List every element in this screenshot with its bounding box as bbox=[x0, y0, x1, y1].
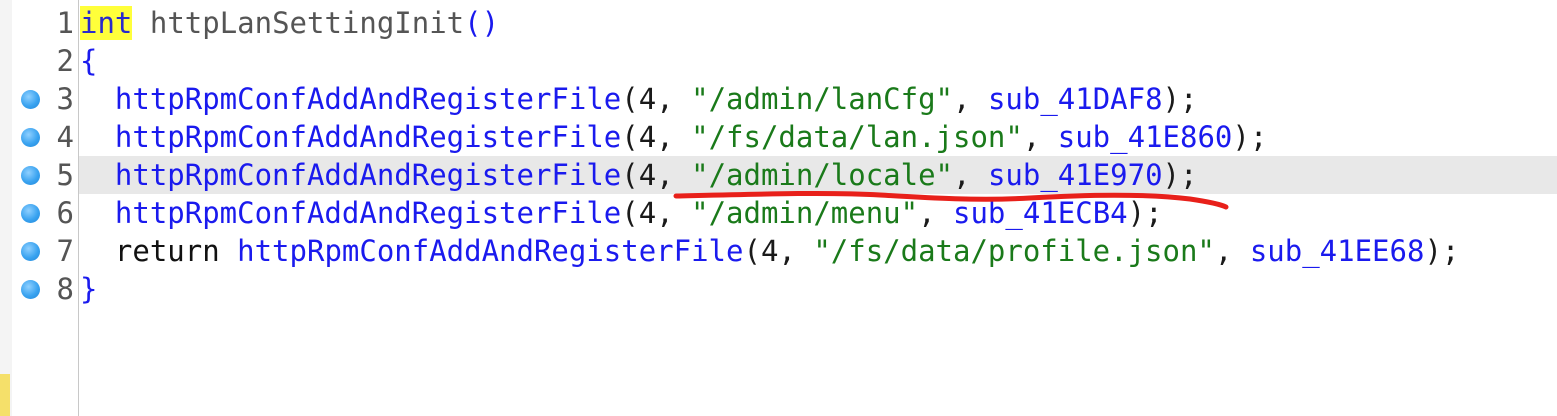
close-brace: } bbox=[80, 272, 98, 306]
code-line-8[interactable]: 8 } bbox=[0, 270, 1557, 308]
line-number: 7 bbox=[56, 234, 74, 268]
code-line-4[interactable]: 4 httpRpmConfAddAndRegisterFile(4, "/fs/… bbox=[0, 118, 1557, 156]
call-name: httpRpmConfAddAndRegisterFile bbox=[114, 196, 622, 230]
line-number: 8 bbox=[56, 272, 74, 306]
breakpoint-dot-icon[interactable] bbox=[21, 204, 40, 223]
handler-name: sub_41ECB4 bbox=[953, 196, 1128, 230]
line-number: 2 bbox=[56, 44, 74, 78]
line-number: 4 bbox=[56, 120, 74, 154]
return-keyword: return bbox=[114, 234, 238, 268]
line-number: 3 bbox=[56, 82, 74, 116]
code-text: httpRpmConfAddAndRegisterFile(4, "/admin… bbox=[114, 196, 1163, 230]
string-path: "/fs/data/lan.json" bbox=[691, 120, 1023, 154]
arg-number: 4 bbox=[638, 158, 657, 192]
line-number: 6 bbox=[56, 196, 74, 230]
code-text: httpRpmConfAddAndRegisterFile(4, "/fs/da… bbox=[114, 120, 1268, 154]
arg-number: 4 bbox=[638, 120, 657, 154]
open-brace: { bbox=[80, 44, 98, 78]
string-path: "/admin/lanCfg" bbox=[691, 82, 954, 116]
breakpoint-dot-icon[interactable] bbox=[21, 128, 40, 147]
call-name: httpRpmConfAddAndRegisterFile bbox=[114, 158, 622, 192]
call-name: httpRpmConfAddAndRegisterFile bbox=[237, 234, 744, 268]
code-text: httpRpmConfAddAndRegisterFile(4, "/admin… bbox=[114, 82, 1198, 116]
code-text: int httpLanSettingInit() bbox=[80, 4, 499, 42]
handler-name: sub_41DAF8 bbox=[987, 82, 1163, 116]
string-path: "/admin/locale" bbox=[691, 158, 954, 192]
arg-number: 4 bbox=[638, 196, 657, 230]
string-path: "/admin/menu" bbox=[691, 196, 919, 230]
handler-name: sub_41E970 bbox=[987, 158, 1163, 192]
left-pane-highlight bbox=[0, 374, 10, 416]
call-name: httpRpmConfAddAndRegisterFile bbox=[114, 82, 622, 116]
string-path: "/fs/data/profile.json" bbox=[813, 234, 1215, 268]
handler-name: sub_41E860 bbox=[1057, 120, 1233, 154]
arg-number: 4 bbox=[760, 234, 779, 268]
function-parens: () bbox=[464, 6, 500, 40]
breakpoint-dot-icon[interactable] bbox=[21, 242, 40, 261]
call-name: httpRpmConfAddAndRegisterFile bbox=[114, 120, 622, 154]
code-editor[interactable]: 1 int httpLanSettingInit() 2 { 3 httpRpm… bbox=[0, 0, 1557, 416]
code-line-7[interactable]: 7 return httpRpmConfAddAndRegisterFile(4… bbox=[0, 232, 1557, 270]
code-line-2[interactable]: 2 { bbox=[0, 42, 1557, 80]
code-text: httpRpmConfAddAndRegisterFile(4, "/admin… bbox=[114, 158, 1198, 192]
arg-number: 4 bbox=[638, 82, 657, 116]
code-line-6[interactable]: 6 httpRpmConfAddAndRegisterFile(4, "/adm… bbox=[0, 194, 1557, 232]
keyword-int: int bbox=[80, 6, 133, 40]
line-number: 1 bbox=[56, 6, 74, 40]
code-line-5[interactable]: 5 httpRpmConfAddAndRegisterFile(4, "/adm… bbox=[0, 156, 1557, 194]
function-name: httpLanSettingInit bbox=[149, 6, 465, 40]
handler-name: sub_41EE68 bbox=[1249, 234, 1425, 268]
breakpoint-dot-icon[interactable] bbox=[21, 90, 40, 109]
code-text: return httpRpmConfAddAndRegisterFile(4, … bbox=[114, 234, 1460, 268]
code-line-1[interactable]: 1 int httpLanSettingInit() bbox=[0, 4, 1557, 42]
code-line-3[interactable]: 3 httpRpmConfAddAndRegisterFile(4, "/adm… bbox=[0, 80, 1557, 118]
breakpoint-dot-icon[interactable] bbox=[21, 280, 40, 299]
breakpoint-dot-icon[interactable] bbox=[21, 166, 40, 185]
line-number: 5 bbox=[56, 158, 74, 192]
